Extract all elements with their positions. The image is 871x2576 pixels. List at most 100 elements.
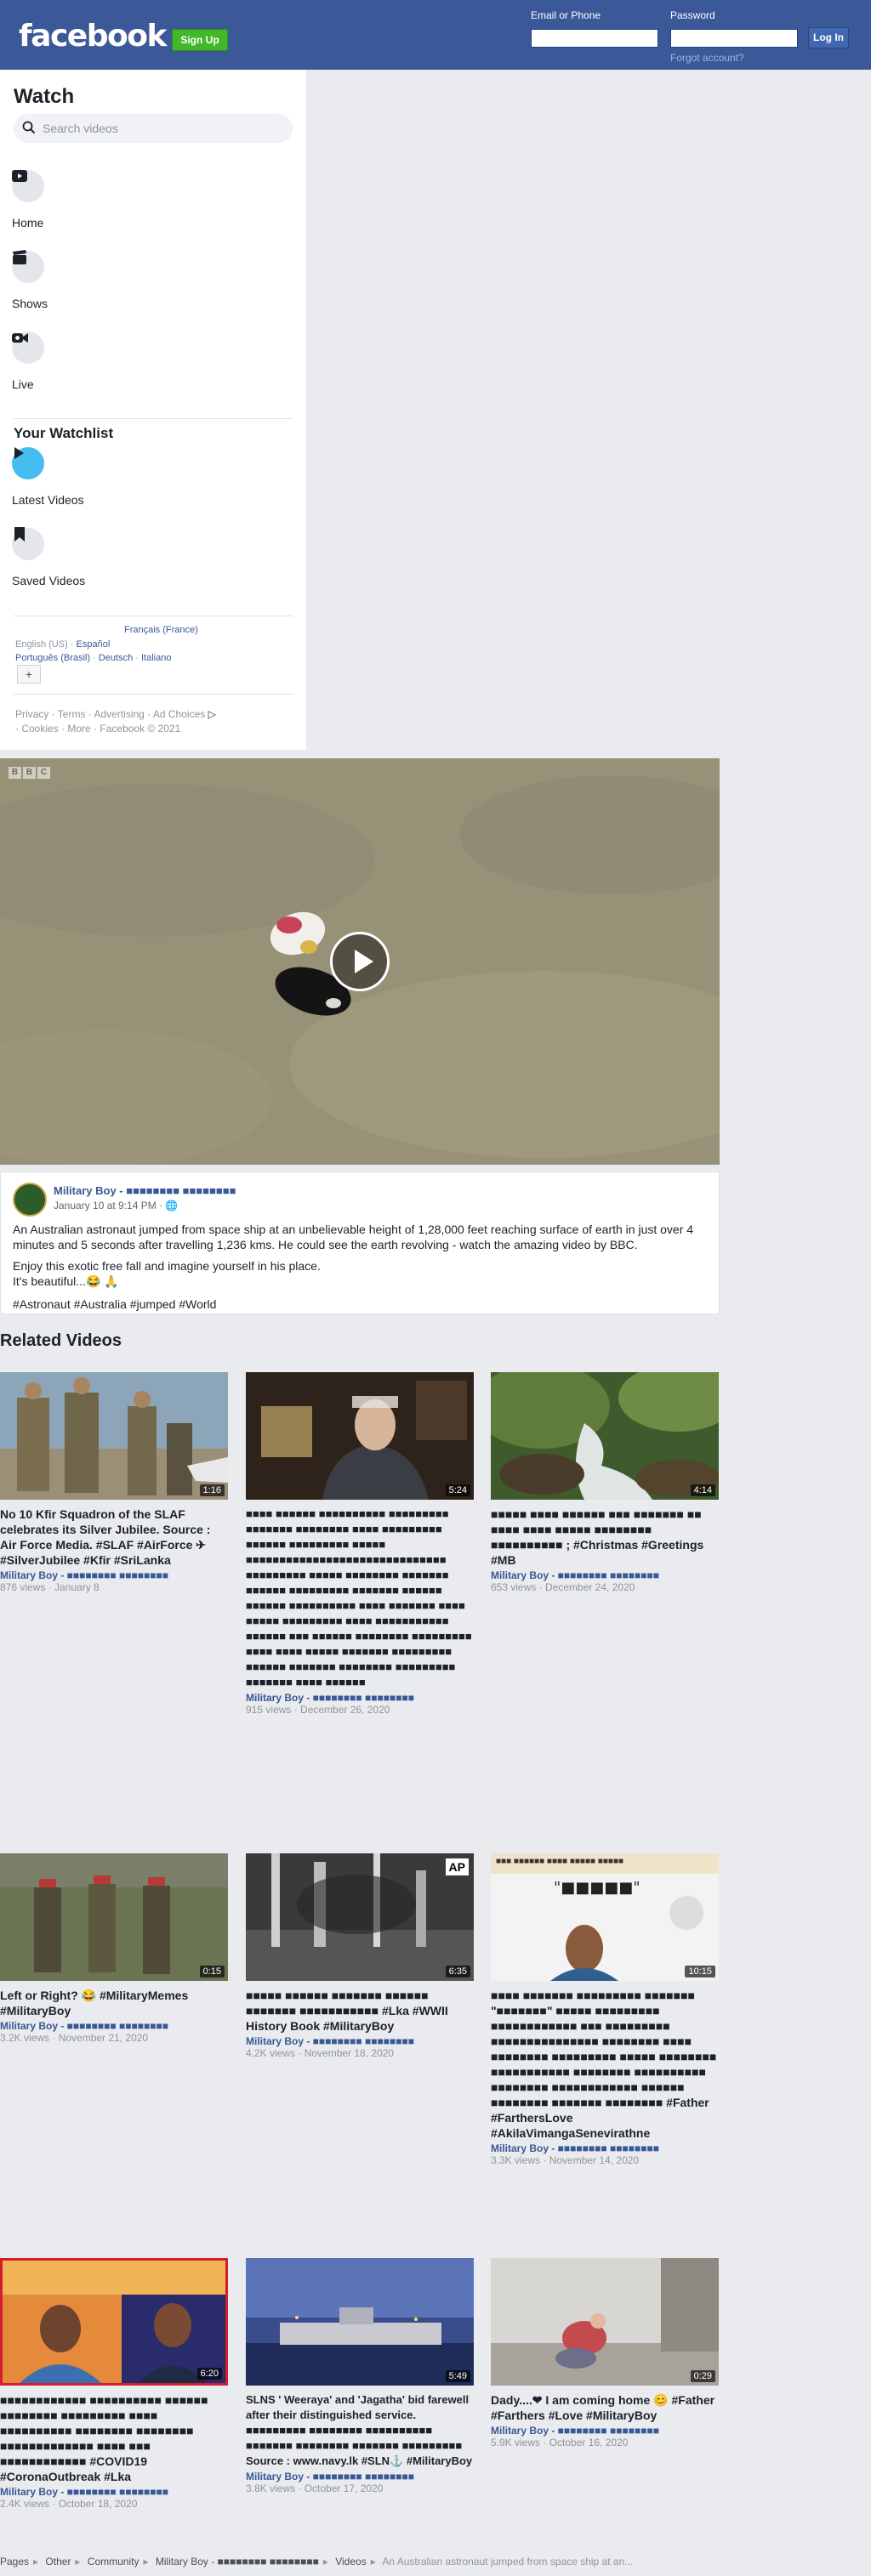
related-video-card[interactable]: 4:14 ■■■■■ ■■■■ ■■■■■■ ■■■ ■■■■■■■ ■■ ■■… (491, 1372, 719, 1593)
video-author-link[interactable]: Military Boy - ■■■■■■■■ ■■■■■■■■ (491, 1569, 719, 1581)
video-meta: 2.4K views · October 18, 2020 (0, 2498, 138, 2510)
video-author-link[interactable]: Military Boy - ■■■■■■■■ ■■■■■■■■ (491, 2425, 719, 2437)
facebook-logo[interactable]: facebook (19, 19, 167, 54)
video-thumbnail[interactable]: 5:24 (246, 1372, 474, 1500)
sidebar-item-saved-videos[interactable]: Saved Videos (12, 527, 267, 587)
post-author-link[interactable]: Military Boy - ■■■■■■■■ ■■■■■■■■ (54, 1184, 236, 1197)
watch-title: Watch (14, 85, 75, 108)
breadcrumb-videos[interactable]: Videos (335, 2556, 366, 2567)
video-author-link[interactable]: Military Boy - ■■■■■■■■ ■■■■■■■■ (246, 1692, 474, 1704)
breadcrumb-community[interactable]: Community (88, 2556, 139, 2567)
post-date[interactable]: January 10 at 9:14 PM · 🌐 (54, 1200, 178, 1211)
breadcrumb-pages[interactable]: Pages (0, 2556, 29, 2567)
post-hashtags[interactable]: #Astronaut #Australia #jumped #World (13, 1297, 702, 1312)
video-title[interactable]: SLNS ' Weeraya' and 'Jagatha' bid farewe… (246, 2392, 474, 2469)
breadcrumb: Pages ▸ Other ▸ Community ▸ Military Boy - … (0, 2556, 634, 2567)
play-button[interactable] (330, 932, 390, 991)
video-title[interactable]: ■■■■ ■■■■■■ ■■■■■■■■■■ ■■■■■■■■■ ■■■■■■■… (246, 1506, 474, 1690)
related-video-card[interactable]: 5:24 ■■■■ ■■■■■■ ■■■■■■■■■■ ■■■■■■■■■ ■■… (246, 1372, 474, 1716)
advertising-link[interactable]: Advertising (94, 708, 144, 720)
email-field[interactable] (531, 29, 658, 48)
password-label: Password (670, 9, 715, 21)
related-video-card[interactable]: ■■■ ■■■■■■ ■■■■ ■■■■■ ■■■■■ "■■■■■" 10:1… (491, 1853, 719, 2166)
video-title[interactable]: ■■■■■■■■■■■■ ■■■■■■■■■■ ■■■■■■ ■■■■■■■■ … (0, 2392, 228, 2484)
lang-francais[interactable]: Français (France) (124, 625, 198, 635)
video-author-link[interactable]: Military Boy - ■■■■■■■■ ■■■■■■■■ (491, 2142, 719, 2154)
breadcrumb-current: An Australian astronaut jumped from spac… (382, 2556, 634, 2567)
sidebar-item-label: Shows (12, 297, 48, 310)
watermark-letter: B (9, 767, 21, 779)
lang-portugues[interactable]: Português (Brasil) (15, 653, 90, 663)
top-bar: facebook Sign Up Email or Phone Password… (0, 0, 871, 70)
related-video-card[interactable]: 6:20 ■■■■■■■■■■■■ ■■■■■■■■■■ ■■■■■■ ■■■■… (0, 2258, 228, 2510)
sidebar-item-live[interactable]: Live (12, 332, 267, 391)
thumbnail-soldiers-image (0, 1372, 228, 1500)
forgot-account-link[interactable]: Forgot account? (670, 52, 744, 64)
video-title[interactable]: ■■■■ ■■■■■■■ ■■■■■■■■■ ■■■■■■■ "■■■■■■■"… (491, 1988, 719, 2141)
lang-current: English (US) (15, 639, 68, 650)
video-thumbnail[interactable]: 0:29 (491, 2258, 719, 2386)
sidebar-item-label: Latest Videos (12, 493, 84, 507)
video-author-link[interactable]: Military Boy - ■■■■■■■■ ■■■■■■■■ (0, 2486, 228, 2498)
ad-choices-icon: ▷ (208, 708, 216, 720)
lang-espanol[interactable]: Español (77, 639, 111, 650)
video-title[interactable]: ■■■■■ ■■■■■■ ■■■■■■■ ■■■■■■ ■■■■■■■ ■■■■… (246, 1988, 474, 2034)
thumbnail-poster-image (491, 1853, 719, 1981)
video-duration: 5:24 (445, 1484, 470, 1496)
lang-deutsch[interactable]: Deutsch (99, 653, 133, 663)
breadcrumb-page[interactable]: Military Boy - ■■■■■■■■ ■■■■■■■■ (156, 2556, 319, 2567)
video-title[interactable]: Dady....❤ I am coming home 😊 #Father #Fa… (491, 2392, 719, 2423)
globe-icon: 🌐 (165, 1200, 179, 1211)
search-videos-input[interactable]: Search videos (14, 114, 293, 143)
terms-link[interactable]: Terms (58, 708, 86, 720)
related-video-card[interactable]: 0:29 Dady....❤ I am coming home 😊 #Fathe… (491, 2258, 719, 2448)
signup-button[interactable]: Sign Up (172, 29, 228, 51)
video-meta: 876 views · January 8 (0, 1581, 100, 1593)
related-video-card[interactable]: 5:49 SLNS ' Weeraya' and 'Jagatha' bid f… (246, 2258, 474, 2494)
thumbnail-parade-image (0, 1853, 228, 1981)
video-author-link[interactable]: Military Boy - ■■■■■■■■ ■■■■■■■■ (0, 2020, 228, 2032)
video-title[interactable]: No 10 Kfir Squadron of the SLAF celebrat… (0, 1506, 228, 1568)
bbc-watermark: B B C (9, 767, 50, 779)
video-title[interactable]: ■■■■■ ■■■■ ■■■■■■ ■■■ ■■■■■■■ ■■ ■■■■ ■■… (491, 1506, 719, 1568)
page-avatar[interactable] (13, 1183, 47, 1217)
video-author-link[interactable]: Military Boy - ■■■■■■■■ ■■■■■■■■ (246, 2035, 474, 2047)
clapperboard-icon (13, 250, 26, 264)
password-field[interactable] (670, 29, 798, 48)
video-duration: 0:15 (199, 1966, 225, 1977)
video-title[interactable]: Left or Right? 😂 #MilitaryMemes #Militar… (0, 1988, 228, 2018)
video-thumbnail[interactable]: 4:14 (491, 1372, 719, 1500)
privacy-link[interactable]: Privacy (15, 708, 48, 720)
login-button[interactable]: Log In (808, 27, 849, 48)
video-thumbnail[interactable]: 0:15 (0, 1853, 228, 1981)
post-paragraph: Enjoy this exotic free fall and imagine … (13, 1259, 321, 1273)
cookies-link[interactable]: Cookies (21, 723, 58, 735)
video-thumbnail[interactable]: 1:16 (0, 1372, 228, 1500)
ad-choices-link[interactable]: Ad Choices (153, 708, 205, 720)
related-video-card[interactable]: 1:16 No 10 Kfir Squadron of the SLAF cel… (0, 1372, 228, 1593)
sidebar-item-latest-videos[interactable]: Latest Videos (12, 447, 267, 507)
copyright: Facebook © 2021 (100, 723, 181, 735)
more-link[interactable]: More (67, 723, 90, 735)
search-placeholder: Search videos (43, 122, 118, 135)
video-duration: 1:16 (199, 1484, 225, 1496)
video-author-link[interactable]: Military Boy - ■■■■■■■■ ■■■■■■■■ (246, 2471, 474, 2482)
video-thumbnail[interactable]: 6:20 (0, 2258, 228, 2386)
breadcrumb-other[interactable]: Other (45, 2556, 71, 2567)
video-thumbnail[interactable]: ■■■ ■■■■■■ ■■■■ ■■■■■ ■■■■■ "■■■■■" 10:1… (491, 1853, 719, 1981)
video-player[interactable]: B B C (0, 758, 720, 1165)
video-thumbnail[interactable]: 5:49 (246, 2258, 474, 2386)
sidebar-item-home[interactable]: Home (12, 170, 267, 230)
divider (14, 694, 293, 695)
video-author-link[interactable]: Military Boy - ■■■■■■■■ ■■■■■■■■ (0, 1569, 228, 1581)
more-languages-button[interactable]: + (17, 665, 41, 684)
watermark-letter: C (37, 767, 50, 779)
video-thumbnail[interactable]: AP 6:35 (246, 1853, 474, 1981)
related-video-card[interactable]: AP 6:35 ■■■■■ ■■■■■■ ■■■■■■■ ■■■■■■ ■■■■… (246, 1853, 474, 2059)
video-meta: 3.2K views · November 21, 2020 (0, 2032, 149, 2044)
related-video-card[interactable]: 0:15 Left or Right? 😂 #MilitaryMemes #Mi… (0, 1853, 228, 2044)
lang-italiano[interactable]: Italiano (141, 653, 171, 663)
divider (14, 418, 293, 419)
post-paragraph: An Australian astronaut jumped from spac… (13, 1223, 694, 1251)
sidebar-item-shows[interactable]: Shows (12, 250, 267, 310)
